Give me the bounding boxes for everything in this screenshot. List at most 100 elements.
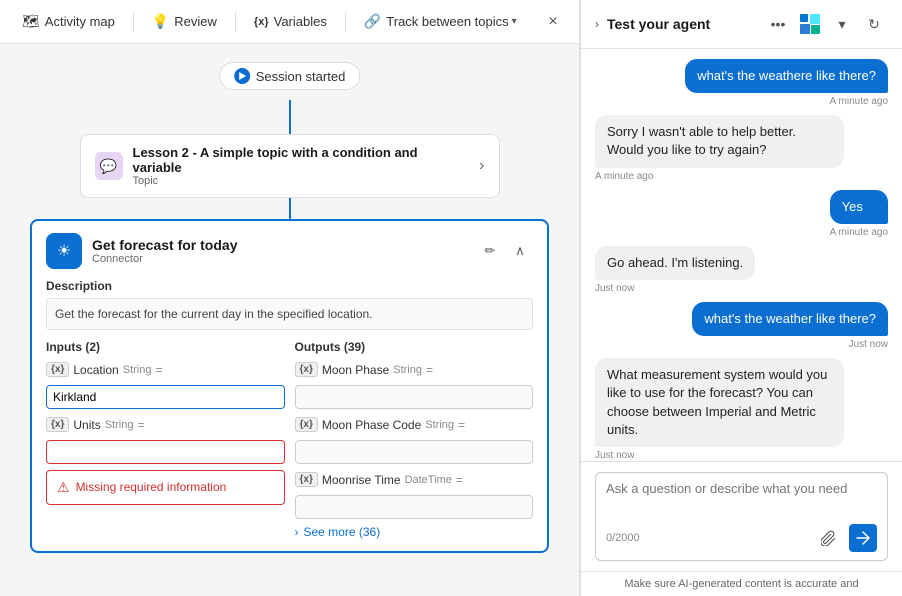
message-4-time: Just now (595, 283, 755, 294)
message-3-bubble: Yes (830, 190, 888, 224)
moon-phase-code-badge: {x} (295, 417, 318, 432)
chat-input-area: 0/2000 (581, 461, 902, 571)
nav-label-activity-map: Activity map (45, 14, 115, 29)
connector-header: ☀ Get forecast for today Connector ✏ ∧ (46, 233, 533, 269)
brand-logo (796, 10, 824, 38)
topic-icon: 💬 (95, 152, 123, 180)
message-5: what's the weather like there? Just now (692, 302, 888, 350)
connector-name: Get forecast for today (92, 237, 467, 253)
message-1: what's the weathere like there? A minute… (685, 59, 888, 107)
outputs-section: Outputs (39) {x} Moon Phase String = {x}… (295, 340, 534, 539)
moon-phase-input[interactable] (295, 385, 534, 409)
session-started-label: Session started (256, 69, 346, 84)
nav-label-variables: Variables (274, 14, 327, 29)
moon-phase-code-input[interactable] (295, 440, 534, 464)
inputs-header: Inputs (2) (46, 340, 285, 354)
nav-item-activity-map[interactable]: 🗺 Activity map (12, 7, 125, 36)
moonrise-time-input[interactable] (295, 495, 534, 519)
nav-label-track: Track between topics ▾ (386, 14, 516, 29)
chat-header-actions: ••• ▾ ↻ (764, 10, 888, 38)
inputs-section: Inputs (2) {x} Location String = {x} Uni… (46, 340, 285, 539)
send-button[interactable] (849, 524, 877, 552)
moon-phase-code-name: Moon Phase Code (322, 418, 421, 432)
input-row-location: {x} Location String = (46, 362, 285, 377)
units-badge: {x} (46, 417, 69, 432)
message-2-bubble: Sorry I wasn't able to help better. Woul… (595, 115, 844, 167)
message-5-time: Just now (692, 339, 888, 350)
moonrise-time-badge: {x} (295, 472, 318, 487)
more-menu-button[interactable]: ••• (764, 10, 792, 38)
message-1-time: A minute ago (685, 96, 888, 107)
chat-input-footer: 0/2000 (606, 524, 877, 552)
error-box: ⚠ Missing required information (46, 470, 285, 505)
see-more-button[interactable]: › See more (36) (295, 525, 534, 539)
refresh-button[interactable]: ↻ (860, 10, 888, 38)
message-6: What measurement system would you like t… (595, 358, 844, 461)
nav-label-review: Review (174, 14, 217, 29)
nav-divider-3 (345, 12, 346, 32)
moonrise-time-name: Moonrise Time (322, 473, 401, 487)
outputs-header: Outputs (39) (295, 340, 534, 354)
message-1-bubble: what's the weathere like there? (685, 59, 888, 93)
close-button[interactable]: × (539, 8, 567, 36)
ai-disclaimer: Make sure AI-generated content is accura… (581, 571, 902, 596)
message-6-bubble: What measurement system would you like t… (595, 358, 844, 447)
location-name: Location (73, 363, 118, 377)
chat-area: what's the weathere like there? A minute… (581, 49, 902, 461)
message-5-bubble: what's the weather like there? (692, 302, 888, 336)
right-panel: › Test your agent ••• ▾ ↻ what's the wea… (580, 0, 902, 596)
moon-phase-type: String (393, 364, 422, 376)
expand-icon[interactable]: › (595, 17, 599, 31)
description-text: Get the forecast for the current day in … (46, 298, 533, 330)
attach-button[interactable] (815, 524, 843, 552)
nav-divider-1 (133, 12, 134, 32)
connector-type: Connector (92, 253, 467, 265)
chat-input[interactable] (606, 481, 877, 517)
char-count: 0/2000 (606, 532, 640, 544)
message-2-time: A minute ago (595, 171, 844, 182)
lesson-subtitle: Topic (133, 175, 470, 187)
track-chevron-icon: ▾ (512, 16, 517, 27)
connector-actions: ✏ ∧ (477, 238, 533, 264)
connector-card: ☀ Get forecast for today Connector ✏ ∧ D… (30, 219, 549, 553)
units-type: String (105, 419, 134, 431)
variables-icon: {x} (254, 16, 269, 28)
nav-divider-2 (235, 12, 236, 32)
error-message: Missing required information (76, 480, 227, 496)
nav-item-track[interactable]: 🔗 Track between topics ▾ (354, 7, 527, 36)
map-icon: 🗺 (22, 13, 40, 30)
canvas: Session started 💬 Lesson 2 - A simple to… (0, 44, 579, 596)
review-icon: 💡 (152, 13, 169, 30)
chat-header: › Test your agent ••• ▾ ↻ (581, 0, 902, 49)
input-row-units: {x} Units String = (46, 417, 285, 432)
message-4: Go ahead. I'm listening. Just now (595, 246, 755, 294)
moonrise-time-type: DateTime (405, 474, 452, 486)
message-2: Sorry I wasn't able to help better. Woul… (595, 115, 844, 181)
play-icon (234, 68, 250, 84)
moon-phase-code-type: String (425, 419, 454, 431)
see-more-label: See more (36) (304, 525, 381, 539)
collapse-button[interactable]: ∧ (507, 238, 533, 264)
units-eq: = (137, 418, 144, 432)
location-type: String (123, 364, 152, 376)
dropdown-chevron-icon[interactable]: ▾ (828, 10, 856, 38)
nav-item-variables[interactable]: {x} Variables (244, 8, 337, 35)
moon-phase-name: Moon Phase (322, 363, 389, 377)
io-grid: Inputs (2) {x} Location String = {x} Uni… (46, 340, 533, 539)
lesson-arrow-icon: › (479, 157, 484, 175)
units-name: Units (73, 418, 100, 432)
output-row-moon-phase-code: {x} Moon Phase Code String = (295, 417, 534, 432)
left-panel: 🗺 Activity map 💡 Review {x} Variables 🔗 … (0, 0, 580, 596)
location-input[interactable] (46, 385, 285, 409)
nav-item-review[interactable]: 💡 Review (142, 7, 227, 36)
units-input[interactable] (46, 440, 285, 464)
chat-input-buttons (815, 524, 877, 552)
chat-title: Test your agent (607, 16, 756, 32)
output-row-moonrise-time: {x} Moonrise Time DateTime = (295, 472, 534, 487)
moon-phase-badge: {x} (295, 362, 318, 377)
chat-input-box: 0/2000 (595, 472, 888, 561)
lesson-topic-box[interactable]: 💬 Lesson 2 - A simple topic with a condi… (80, 134, 500, 198)
lesson-title: Lesson 2 - A simple topic with a conditi… (133, 145, 470, 175)
connector-sun-icon: ☀ (46, 233, 82, 269)
edit-button[interactable]: ✏ (477, 238, 503, 264)
